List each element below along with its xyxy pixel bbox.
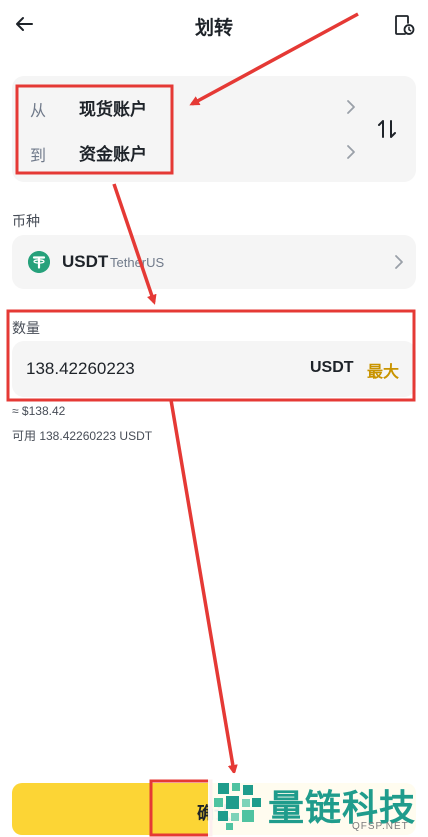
amount-section-label: 数量 [12,320,40,336]
coin-symbol: USDT [62,252,109,271]
tether-logo-icon [28,251,50,273]
fiat-value-text: ≈ $138.42 [12,404,66,418]
to-account-name: 资金账户 [79,145,147,164]
coin-full-name: TetherUS [110,255,165,270]
watermark: 量链科技 QFSP.NET [208,773,428,837]
annotation-arrow-3 [169,399,238,775]
from-prefix-label: 从 [30,103,47,120]
coin-section-label: 币种 [12,213,40,229]
history-record-icon[interactable] [393,14,415,36]
header: 划转 [0,0,428,52]
from-account-name: 现货账户 [79,100,147,119]
amount-field[interactable]: 138.42260223 USDT 最大 [12,341,416,397]
from-account-row[interactable]: 从 现货账户 [12,84,372,130]
amount-input[interactable]: 138.42260223 [26,359,135,379]
page-title: 划转 [194,18,233,39]
amount-unit: USDT [310,359,354,376]
watermark-url: QFSP.NET [352,821,409,832]
chevron-right-icon [347,145,355,159]
watermark-logo-icon [214,783,261,830]
coin-selector[interactable]: USDT TetherUS [12,235,416,289]
chevron-right-icon [395,255,403,269]
chevron-right-icon [347,100,355,114]
available-balance-text: 可用 138.42260223 USDT [12,429,153,443]
swap-vertical-icon[interactable] [375,117,399,141]
max-button[interactable]: 最大 [367,358,399,382]
transfer-account-card: 从 现货账户 到 资金账户 [12,76,416,182]
to-account-row[interactable]: 到 资金账户 [12,129,372,175]
to-prefix-label: 到 [30,148,47,165]
